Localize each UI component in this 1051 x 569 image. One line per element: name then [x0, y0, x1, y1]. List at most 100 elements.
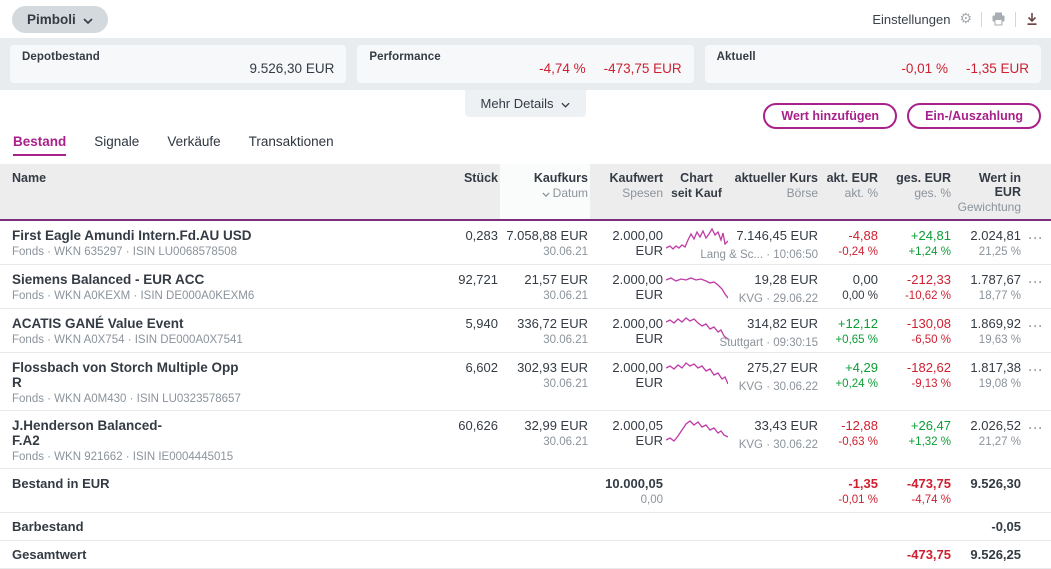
gewichtung-value: 21,27 %	[953, 436, 1021, 448]
sparkline-chart[interactable]	[666, 314, 728, 344]
row-menu-button[interactable]: ···	[1029, 231, 1044, 245]
aktueller-kurs-value: 33,43 EUR	[730, 418, 818, 433]
wert-value: 1.787,67	[953, 272, 1021, 287]
wert-value: 1.869,92	[953, 316, 1021, 331]
akt-eur-value: +4,29	[820, 360, 878, 375]
card-depotbestand: Depotbestand 9.526,30 EUR	[10, 45, 346, 83]
fund-meta: Fonds · WKN A0KEXM · ISIN DE000A0KEXM6	[12, 290, 438, 302]
kaufkurs-value: 7.058,88 EUR	[500, 228, 588, 243]
more-details-button[interactable]: Mehr Details	[465, 90, 587, 117]
sort-chevron-icon	[542, 187, 550, 200]
row-menu-button[interactable]: ···	[1029, 363, 1044, 377]
col-header-chart[interactable]: Chart seit Kauf	[665, 164, 730, 220]
sparkline-chart[interactable]	[666, 416, 728, 446]
ges-eur-value: +24,81	[880, 228, 951, 243]
col-header-aktueller-kurs[interactable]: aktueller Kurs Börse	[730, 164, 820, 220]
tab-bar: Bestand Signale Verkäufe Transaktionen	[0, 134, 1051, 156]
akt-pct-value: -0,63 %	[820, 436, 878, 448]
col-header-kaufkurs[interactable]: Kaufkurs Datum	[500, 164, 590, 220]
account-selector[interactable]: Pimboli	[12, 6, 108, 33]
wert-value: 1.817,38	[953, 360, 1021, 375]
printer-icon[interactable]	[991, 12, 1006, 26]
aktueller-kurs-value: 314,82 EUR	[730, 316, 818, 331]
depot-value: 9.526,30 EUR	[250, 61, 335, 76]
add-value-button[interactable]: Wert hinzufügen	[763, 103, 897, 129]
payin-payout-button[interactable]: Ein-/Auszahlung	[907, 103, 1041, 129]
aktuell-value: -1,35 EUR	[966, 61, 1029, 76]
kaufwert-value: 2.000,05 EUR	[590, 418, 663, 448]
table-row: Siemens Balanced - EUR ACC Fonds · WKN A…	[0, 265, 1051, 309]
col-header-actions	[1023, 164, 1051, 220]
col-header-akt-eur[interactable]: akt. EUR akt. %	[820, 164, 880, 220]
fund-name[interactable]: J.Henderson Balanced- F.A2	[12, 418, 438, 448]
gewichtung-value: 19,08 %	[953, 378, 1021, 390]
akt-eur-value: 0,00	[820, 272, 878, 287]
ges-eur-value: -130,08	[880, 316, 951, 331]
col-header-name[interactable]: Name	[0, 164, 440, 220]
kaufkurs-value: 32,99 EUR	[500, 418, 588, 433]
total-wert: 9.526,30	[953, 476, 1021, 491]
kaufkurs-value: 302,93 EUR	[500, 360, 588, 375]
row-menu-button[interactable]: ···	[1029, 421, 1044, 435]
gear-icon[interactable]: ⚙	[959, 12, 972, 26]
tab-bestand[interactable]: Bestand	[13, 134, 66, 156]
account-name: Pimboli	[27, 12, 76, 27]
boerse-info: Stuttgart · 09:30:15	[720, 337, 818, 349]
total-ges-pct: -4,74 %	[880, 494, 951, 506]
tab-verkaeufe[interactable]: Verkäufe	[167, 134, 220, 156]
tab-signale[interactable]: Signale	[94, 134, 139, 156]
kaufwert-value: 2.000,00 EUR	[590, 316, 663, 346]
col-header-wert-in-eur[interactable]: Wert in EUR Gewichtung	[953, 164, 1023, 220]
details-row: Mehr Details Wert hinzufügen Ein-/Auszah…	[0, 90, 1051, 128]
card-performance: Performance -4,74 %-473,75 EUR	[357, 45, 693, 83]
akt-pct-value: 0,00 %	[820, 290, 878, 302]
download-icon[interactable]	[1025, 12, 1039, 26]
akt-eur-value: -4,88	[820, 228, 878, 243]
wert-value: 2.024,81	[953, 228, 1021, 243]
card-aktuell: Aktuell -0,01 %-1,35 EUR	[705, 45, 1041, 83]
kaufkurs-value: 21,57 EUR	[500, 272, 588, 287]
sparkline-chart[interactable]	[666, 358, 728, 388]
akt-pct-value: +0,65 %	[820, 334, 878, 346]
col-header-kaufwert[interactable]: Kaufwert Spesen	[590, 164, 665, 220]
stueck-value: 6,602	[440, 360, 498, 375]
fund-name[interactable]: First Eagle Amundi Intern.Fd.AU USD	[12, 228, 438, 243]
ges-pct-value: +1,32 %	[880, 436, 951, 448]
kaufwert-value: 2.000,00 EUR	[590, 228, 663, 258]
sparkline-chart[interactable]	[666, 270, 728, 300]
col-header-ges-eur[interactable]: ges. EUR ges. %	[880, 164, 953, 220]
fund-name[interactable]: Siemens Balanced - EUR ACC	[12, 272, 438, 287]
divider	[1015, 12, 1016, 27]
row-menu-button[interactable]: ···	[1029, 319, 1044, 333]
summary-band: Depotbestand 9.526,30 EUR Performance -4…	[0, 38, 1051, 90]
settings-label[interactable]: Einstellungen	[872, 12, 950, 27]
table-row-bestand-total: Bestand in EUR 10.000,05 0,00 -1,35 -0,0…	[0, 469, 1051, 513]
akt-eur-value: -12,88	[820, 418, 878, 433]
col-header-stueck[interactable]: Stück	[440, 164, 500, 220]
total-ges-eur: -473,75	[880, 476, 951, 491]
gewichtung-value: 21,25 %	[953, 246, 1021, 258]
fund-name[interactable]: ACATIS GANÉ Value Event	[12, 316, 438, 331]
total-spesen: 0,00	[590, 494, 663, 506]
tab-transaktionen[interactable]: Transaktionen	[249, 134, 334, 156]
kaufkurs-value: 336,72 EUR	[500, 316, 588, 331]
total-akt-eur: -1,35	[820, 476, 878, 491]
ges-pct-value: -10,62 %	[880, 290, 951, 302]
fund-name[interactable]: Flossbach von Storch Multiple Opp R	[12, 360, 438, 390]
ges-pct-value: -9,13 %	[880, 378, 951, 390]
total-label: Barbestand	[12, 519, 438, 534]
ges-pct-value: +1,24 %	[880, 246, 951, 258]
ges-pct-value: -6,50 %	[880, 334, 951, 346]
boerse-info: KVG · 30.06.22	[739, 381, 818, 393]
row-menu-button[interactable]: ···	[1029, 275, 1044, 289]
fund-meta: Fonds · WKN A0X754 · ISIN DE000A0X7541	[12, 334, 438, 346]
ges-eur-value: -182,62	[880, 360, 951, 375]
divider	[981, 12, 982, 27]
chevron-down-icon	[561, 96, 570, 111]
boerse-info: KVG · 30.06.22	[739, 439, 818, 451]
kauf-datum: 30.06.21	[500, 436, 588, 448]
table-header-row: Name Stück Kaufkurs Datum Kaufwert Spese…	[0, 164, 1051, 220]
table-row: ACATIS GANÉ Value Event Fonds · WKN A0X7…	[0, 309, 1051, 353]
total-kaufwert: 10.000,05	[590, 476, 663, 491]
total-label: Gesamtwert	[12, 547, 438, 562]
